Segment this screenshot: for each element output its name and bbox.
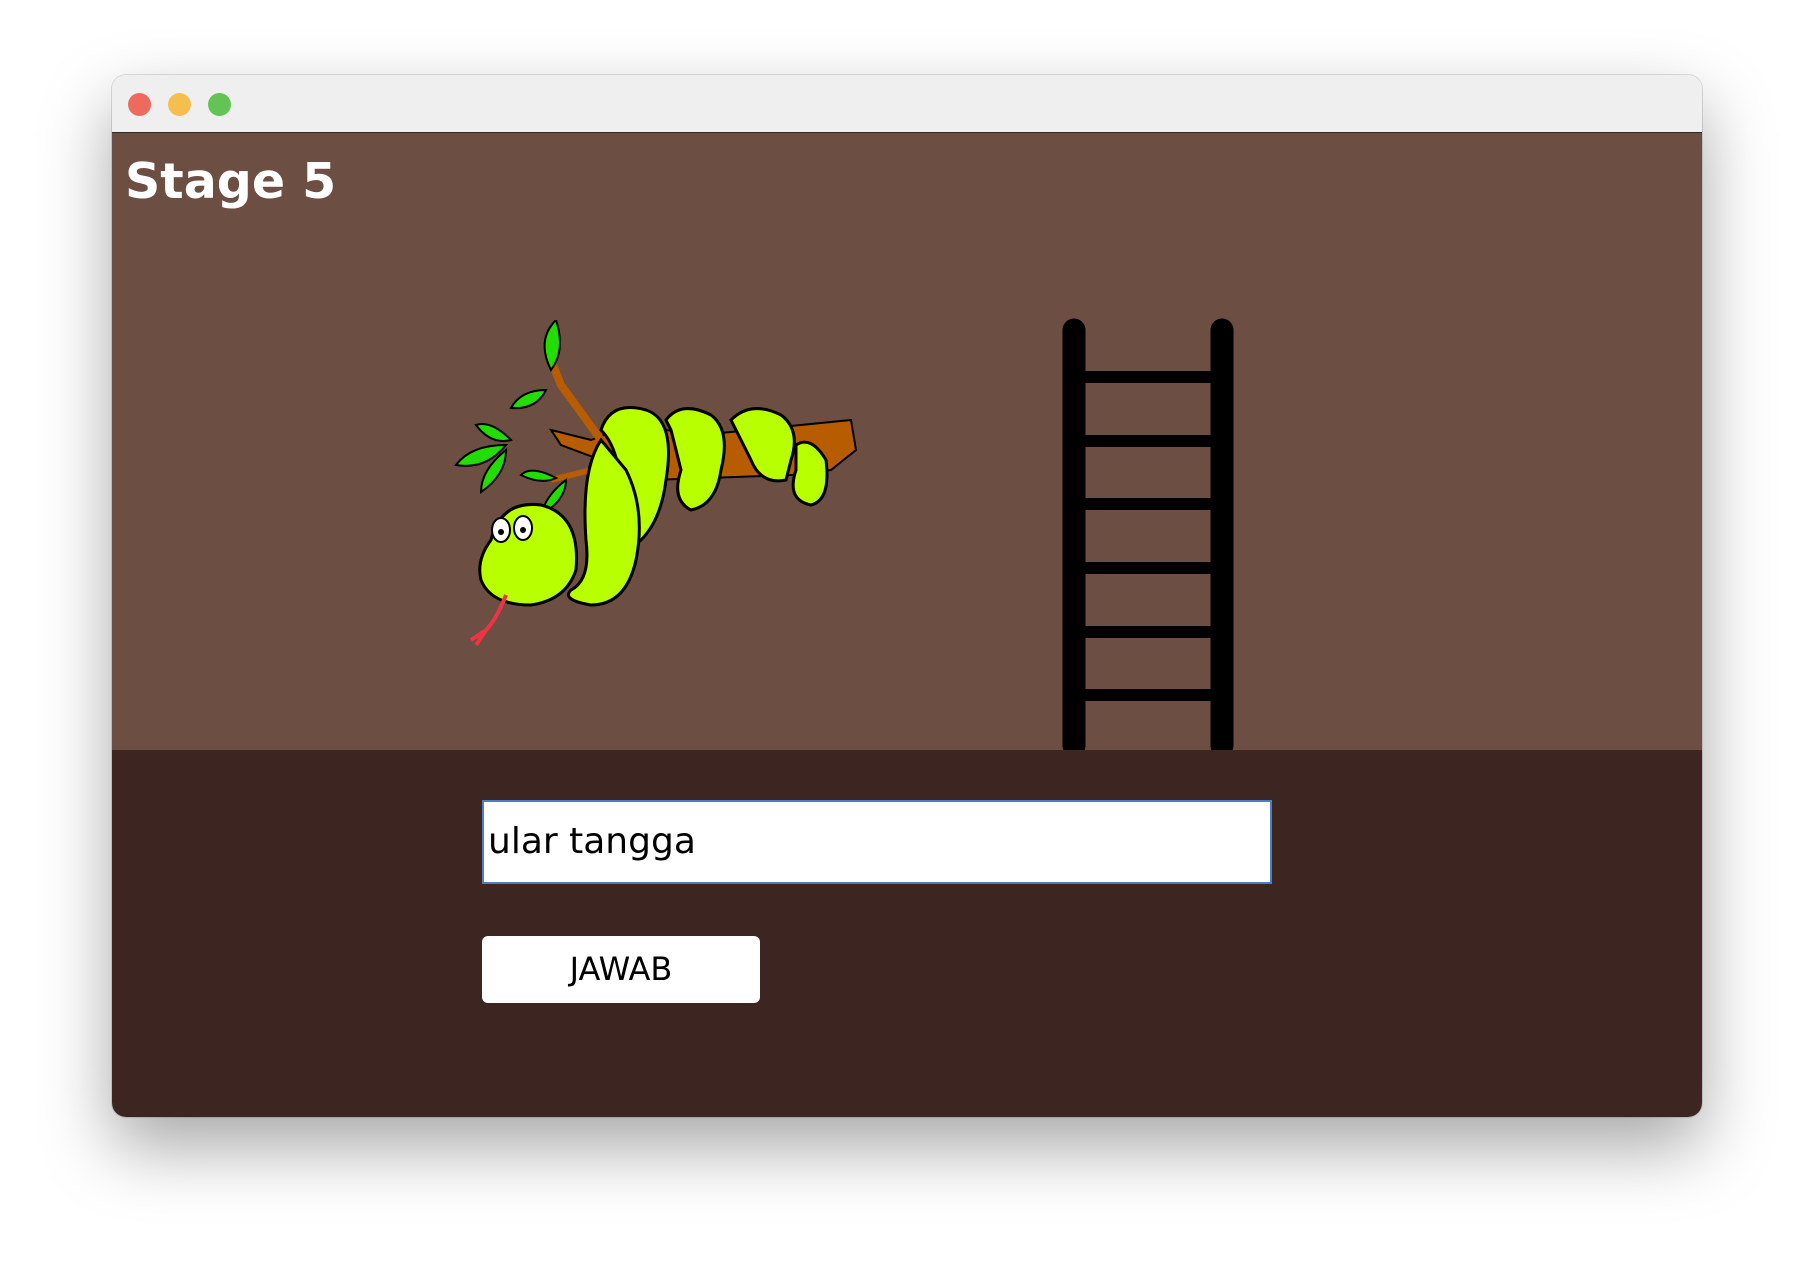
- zoom-button[interactable]: [208, 93, 231, 116]
- snake-image: [454, 320, 857, 647]
- ladder-image: [1062, 318, 1234, 758]
- answer-input[interactable]: ular tangga: [482, 800, 1272, 884]
- stage-title: Stage 5: [125, 153, 337, 210]
- answer-input-value: ular tangga: [488, 821, 696, 862]
- minimize-button[interactable]: [168, 93, 191, 116]
- title-bar: [112, 75, 1702, 133]
- app-window: Stage 5 ular tangga JAWAB: [112, 75, 1702, 1117]
- answer-panel: ular tangga JAWAB: [112, 750, 1702, 1117]
- close-button[interactable]: [128, 93, 151, 116]
- jawab-button[interactable]: JAWAB: [482, 936, 760, 1003]
- stage-panel: Stage 5: [112, 133, 1702, 758]
